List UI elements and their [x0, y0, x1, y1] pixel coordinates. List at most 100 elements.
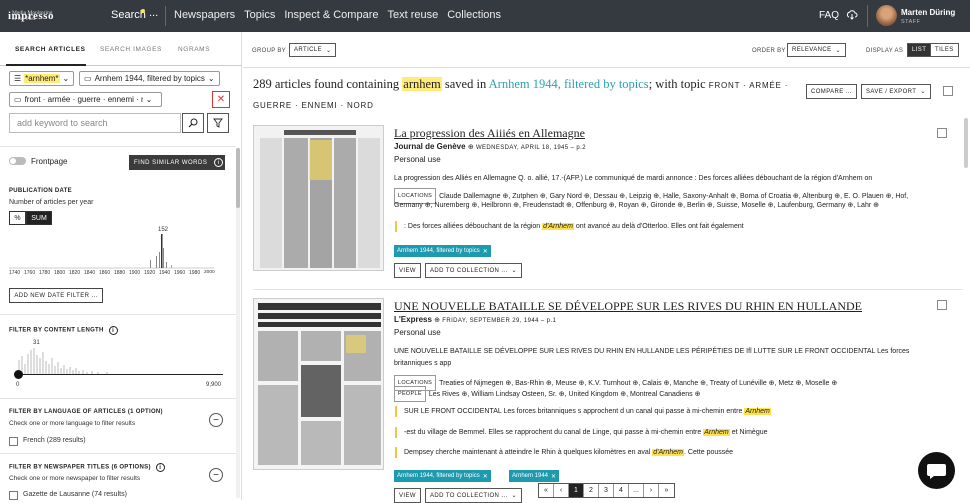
- collapse-newspaper-button[interactable]: −: [209, 468, 223, 482]
- add-date-filter-button[interactable]: ADD NEW DATE FILTER ...: [9, 288, 103, 303]
- timeline-peak-label: 152: [158, 227, 169, 233]
- list-icon: ☰: [14, 74, 22, 83]
- keyword-filter-chip[interactable]: ☰ *arnhem* ⌄: [9, 71, 75, 86]
- nav-links: Newspapers Topics Inspect & Compare Text…: [174, 9, 510, 21]
- length-range-track: [18, 374, 223, 375]
- info-icon: i: [155, 463, 165, 472]
- pager-prev[interactable]: ‹: [554, 484, 569, 497]
- nav-inspect-compare[interactable]: Inspect & Compare: [284, 9, 378, 21]
- user-name[interactable]: Marten Düring: [901, 8, 955, 17]
- article-2-type: Personal use: [394, 328, 441, 337]
- close-icon[interactable]: ✕: [483, 248, 488, 255]
- topic-filter-chip[interactable]: ▭ front · armée · guerre · ennemi · n ⌄: [9, 92, 162, 107]
- length-range-min-handle[interactable]: [14, 370, 23, 379]
- article-2-collection-chip-1[interactable]: Arnhem 1944, filtered by topics ✕: [394, 470, 491, 482]
- pager-page-1[interactable]: 1: [569, 484, 584, 497]
- chevron-down-icon: ⌄: [145, 95, 153, 104]
- order-by-label: ORDER BY: [752, 48, 786, 54]
- nav-newspapers[interactable]: Newspapers: [174, 9, 235, 21]
- collection-icon: ▭: [84, 74, 92, 83]
- collection-link[interactable]: Arnhem 1944, filtered by topics: [489, 77, 649, 91]
- chevron-down-icon: ⌄: [920, 89, 926, 95]
- frontpage-toggle[interactable]: [9, 157, 26, 165]
- article-1-collection-chip[interactable]: Arnhem 1944, filtered by topics ✕: [394, 245, 491, 257]
- impresso-logo[interactable]: impresso Media Monitoring of the Past: [8, 6, 80, 26]
- article-1-view-button[interactable]: VIEW: [394, 263, 421, 278]
- close-icon[interactable]: ✕: [483, 473, 488, 480]
- article-2-add-collection-button[interactable]: ADD TO COLLECTION ... ⌄: [425, 488, 522, 503]
- publication-timeline-chart[interactable]: [9, 226, 214, 270]
- tab-search-articles[interactable]: SEARCH ARTICLES: [15, 46, 86, 53]
- article-2-collection-chip-2[interactable]: Arnhem 1944 ✕: [509, 470, 560, 482]
- pager-ellipsis: ...: [629, 484, 644, 497]
- article-2-people: PEOPLE Les Rives ⊕, William Lindsay Ostee…: [394, 386, 701, 402]
- pager-page-2[interactable]: 2: [584, 484, 599, 497]
- filter-icon: [213, 118, 223, 128]
- select-all-checkbox[interactable]: [943, 86, 953, 96]
- article-2-match-1: SUR LE FRONT OCCIDENTAL Les forces brita…: [395, 406, 771, 417]
- nav-more[interactable]: ...: [149, 7, 158, 19]
- language-filter-sub: Check one or more language to filter res…: [9, 420, 136, 427]
- display-tiles-button[interactable]: TILES: [930, 43, 959, 57]
- chevron-down-icon: ⌄: [326, 47, 332, 54]
- search-icon: [188, 118, 198, 128]
- article-1-add-collection-button[interactable]: ADD TO COLLECTION ... ⌄: [425, 263, 522, 278]
- pager-page-3[interactable]: 3: [599, 484, 614, 497]
- close-icon: ✕: [216, 94, 226, 105]
- display-list-button[interactable]: LIST: [907, 43, 932, 57]
- faq-link[interactable]: FAQ: [819, 10, 839, 21]
- article-2-title[interactable]: UNE NOUVELLE BATAILLE SE DÉVELOPPE SUR L…: [394, 299, 862, 314]
- article-2-checkbox[interactable]: [937, 300, 947, 310]
- chevron-down-icon: ⌄: [62, 74, 70, 83]
- range-max-label: 9,900: [206, 382, 222, 388]
- tab-ngrams[interactable]: NGRAMS: [178, 46, 210, 53]
- sum-toggle[interactable]: SUM: [26, 211, 52, 225]
- pager-page-4[interactable]: 4: [614, 484, 629, 497]
- sidebar-scrollbar[interactable]: [236, 148, 240, 498]
- results-summary: 289 articles found containing arnhem sav…: [253, 77, 789, 110]
- chat-button[interactable]: [918, 452, 955, 489]
- article-1-title[interactable]: La progression des Aiiiés en Allemagne: [394, 126, 585, 141]
- newspaper-filter-sub: Check one or more newspaper to filter re…: [9, 475, 141, 482]
- article-2-snippet: UNE NOUVELLE BATAILLE SE DÉVELOPPE SUR L…: [394, 348, 910, 355]
- collection-filter-chip[interactable]: ▭ Arnhem 1944, filtered by topics ⌄: [79, 71, 220, 86]
- avatar[interactable]: [876, 5, 897, 26]
- french-option-label: French (289 results): [23, 437, 86, 444]
- article-2-match-3: Dempsey cherche maintenant à atteindre l…: [395, 447, 733, 458]
- main-scrollbar[interactable]: [964, 118, 968, 168]
- pager-next[interactable]: ›: [644, 484, 659, 497]
- article-1-thumbnail[interactable]: [253, 125, 384, 271]
- close-icon[interactable]: ✕: [551, 473, 556, 480]
- gazette-checkbox[interactable]: [9, 491, 18, 500]
- pubdate-title: PUBLICATION DATE: [9, 188, 72, 194]
- article-2-snippet-2: britanniques s app: [394, 360, 452, 367]
- clear-filters-button[interactable]: ✕: [212, 91, 230, 108]
- french-checkbox[interactable]: [9, 437, 18, 446]
- find-similar-words-button[interactable]: FIND SIMILAR WORDS i: [129, 155, 225, 170]
- filter-button[interactable]: [207, 113, 229, 133]
- article-1-checkbox[interactable]: [937, 128, 947, 138]
- tab-search-images[interactable]: SEARCH IMAGES: [100, 46, 162, 53]
- order-by-select[interactable]: RELEVANCE ⌄: [787, 43, 846, 57]
- topic-icon: ▭: [14, 95, 22, 104]
- newspaper-filter-title: FILTER BY NEWSPAPER TITLES (6 OPTIONS) i: [9, 463, 165, 472]
- content-length-histogram: [18, 348, 108, 374]
- article-2-view-button[interactable]: VIEW: [394, 488, 421, 503]
- group-by-select[interactable]: ARTICLE ⌄: [289, 43, 337, 57]
- article-2-meta: L'Express ⊕ FRIDAY, SEPTEMBER 29, 1944 –…: [394, 315, 557, 324]
- percent-toggle[interactable]: %: [9, 211, 26, 225]
- search-button[interactable]: [182, 113, 204, 133]
- cloud-download-icon[interactable]: [846, 9, 858, 21]
- language-filter-title: FILTER BY LANGUAGE OF ARTICLES (1 OPTION…: [9, 409, 163, 415]
- pager-first[interactable]: «: [539, 484, 554, 497]
- compare-button[interactable]: COMPARE ...: [806, 84, 857, 99]
- collapse-language-button[interactable]: −: [209, 413, 223, 427]
- nav-topics[interactable]: Topics: [244, 9, 275, 21]
- nav-text-reuse[interactable]: Text reuse: [387, 9, 438, 21]
- pager-last[interactable]: »: [659, 484, 674, 497]
- save-export-button[interactable]: SAVE / EXPORT ⌄: [861, 84, 931, 99]
- article-2-thumbnail[interactable]: [253, 298, 384, 470]
- keyword-search-input[interactable]: add keyword to search: [9, 113, 181, 133]
- chevron-down-icon: ⌄: [207, 74, 215, 83]
- nav-collections[interactable]: Collections: [447, 9, 501, 21]
